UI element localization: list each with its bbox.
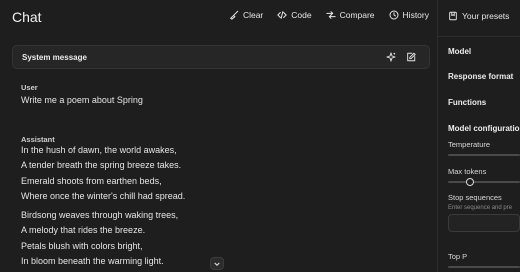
poem-line: A melody that rides the breeze. [21,225,146,236]
stop-sequences-input[interactable] [448,214,520,232]
sparkle-icon[interactable] [386,52,396,62]
history-clock-icon [389,10,399,20]
temperature-label: Temperature [448,140,491,149]
assistant-stanza-1: In the hush of dawn, the world awakes, A… [21,145,185,207]
poem-line: Where once the winter's chill had spread… [21,191,186,202]
system-message-box[interactable]: System message [12,45,430,69]
stop-sequences-label: Stop sequences [448,193,502,202]
max-tokens-slider[interactable] [448,178,520,186]
poem-line: In the hush of dawn, the world awakes, [21,145,177,155]
temperature-slider[interactable] [448,154,520,156]
code-brackets-icon [277,11,287,19]
history-label: History [402,10,429,20]
max-tokens-slider-thumb[interactable] [466,178,474,186]
assistant-role-label: Assistant [21,135,55,144]
compare-icon [325,11,336,19]
poem-line: Petals blush with colors bright, [21,240,143,251]
system-message-label: System message [22,53,87,62]
model-section[interactable]: Model [448,47,471,56]
response-format-section[interactable]: Response format [448,72,513,81]
header: Chat Clear Code Compare History [0,0,437,36]
poem-line: Emerald shoots from earthen beds, [21,175,162,186]
code-label: Code [291,10,312,20]
functions-section[interactable]: Functions [448,98,486,107]
clear-label: Clear [242,10,264,20]
chat-playground: Chat Clear Code Compare History System m… [0,0,520,272]
compare-button[interactable]: Compare [325,10,375,20]
top-p-slider[interactable] [448,266,520,268]
page-title: Chat [12,9,42,25]
code-button[interactable]: Code [277,10,312,20]
clear-button[interactable]: Clear [229,10,263,20]
history-button[interactable]: History [389,10,429,20]
model-configuration-section: Model configuration [448,124,520,133]
compare-label: Compare [339,10,375,20]
edit-icon[interactable] [406,52,416,62]
bookmark-icon [449,11,457,21]
poem-line: Birdsong weaves through waking trees, [21,210,179,220]
broom-icon [229,10,239,20]
toolbar: Clear Code Compare History [229,10,429,20]
chevron-down-icon [214,262,220,266]
panel-divider [437,0,438,272]
poem-line: A tender breath the spring breeze takes. [21,160,182,171]
stop-sequences-hint: Enter sequence and pre [448,205,513,211]
user-message: Write me a poem about Spring [21,95,143,105]
presets-button[interactable]: Your presets [448,11,509,21]
panel-header-divider [438,36,520,37]
presets-label: Your presets [462,11,510,21]
max-tokens-label: Max tokens [448,167,487,176]
top-p-label: Top P [448,252,468,261]
assistant-stanza-2: Birdsong weaves through waking trees, A … [21,210,178,272]
user-role-label: User [21,83,38,92]
scroll-down-button[interactable] [210,257,224,270]
poem-line: In bloom beneath the warming light. [21,256,164,267]
